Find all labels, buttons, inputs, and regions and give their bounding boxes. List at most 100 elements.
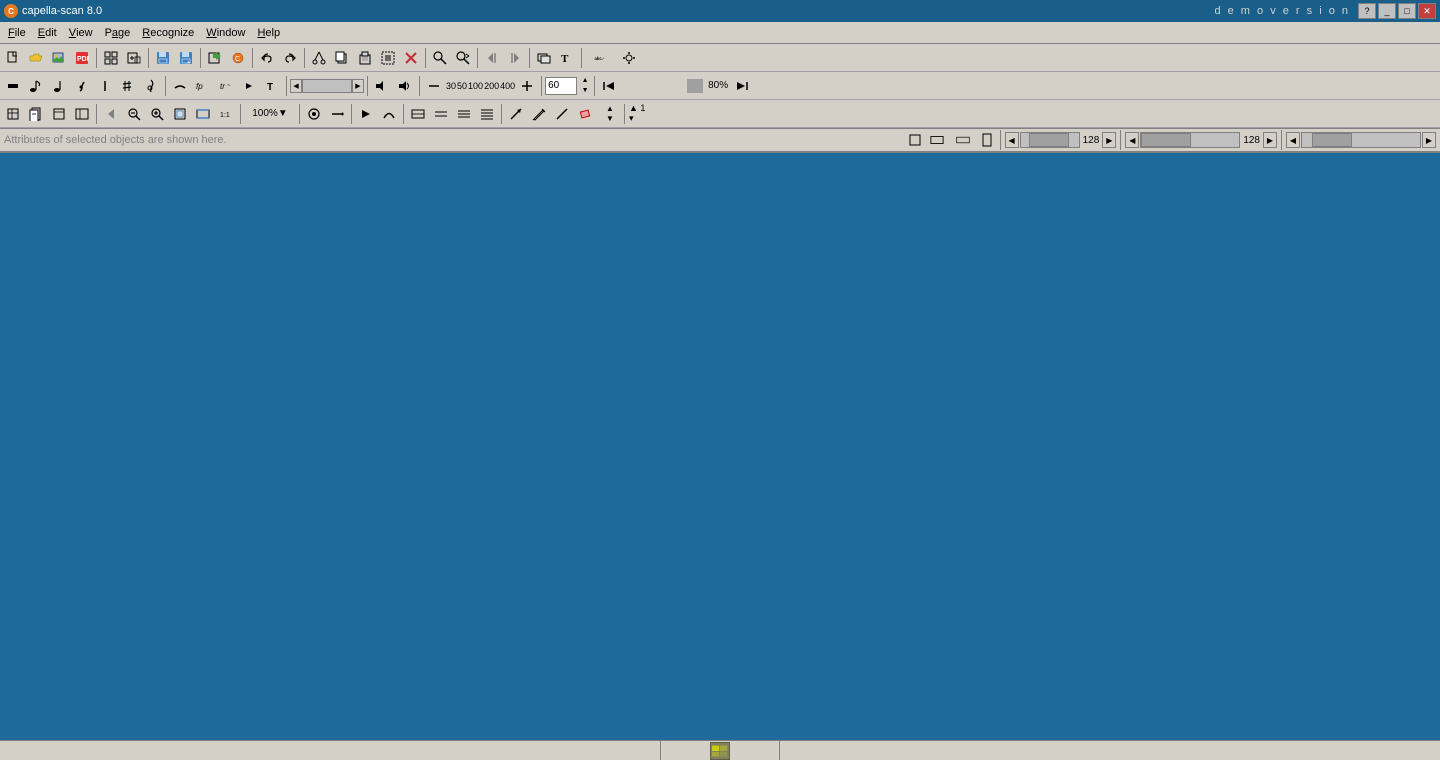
staff-bend-button[interactable] (378, 103, 400, 125)
maximize-button[interactable]: □ (1398, 3, 1416, 19)
hscroll-1-right[interactable]: ▶ (1102, 132, 1116, 148)
pencil-button[interactable] (528, 103, 550, 125)
draw-arrow-button[interactable] (505, 103, 527, 125)
paste-button[interactable] (354, 47, 376, 69)
note-circle-button[interactable] (303, 103, 325, 125)
copy-button[interactable] (331, 47, 353, 69)
page-tool-1[interactable] (2, 103, 24, 125)
fit-page-button[interactable] (169, 103, 191, 125)
menu-window[interactable]: Window (200, 23, 251, 43)
zoom-out-small-button[interactable] (123, 47, 145, 69)
hscroll-3-track[interactable] (1301, 132, 1421, 148)
menu-file[interactable]: File (2, 23, 32, 43)
play-back-button[interactable] (598, 75, 620, 97)
export-capella-button[interactable]: C (227, 47, 249, 69)
staff-width-2[interactable] (430, 103, 452, 125)
hscroll-2-right[interactable]: ▶ (1263, 132, 1277, 148)
hscroll-1-left[interactable]: ◀ (1005, 132, 1019, 148)
abc-button[interactable]: abc✓ (585, 47, 617, 69)
page-tool-3[interactable] (48, 103, 70, 125)
tempo-input[interactable] (545, 77, 577, 95)
menu-page[interactable]: Page (99, 23, 137, 43)
staff-play-button[interactable] (355, 103, 377, 125)
text-t-button[interactable]: T (261, 75, 283, 97)
save-pdf-button[interactable]: PDF (71, 47, 93, 69)
zoom-out-button[interactable] (123, 103, 145, 125)
draw-option-down[interactable]: ▼ (599, 114, 621, 124)
playback-progress[interactable] (623, 79, 703, 93)
eraser-button[interactable] (574, 103, 596, 125)
note-scroll-right-arrow[interactable]: ▶ (352, 79, 364, 93)
undo-button[interactable] (256, 47, 278, 69)
help-button[interactable]: ? (1358, 3, 1376, 19)
shape-wider-btn[interactable] (950, 131, 976, 149)
trill-button[interactable]: tr~ (215, 75, 237, 97)
settings-button[interactable] (618, 47, 640, 69)
menu-help[interactable]: Help (251, 23, 286, 43)
volume-high-button[interactable] (394, 75, 416, 97)
hscroll-1-track[interactable] (1020, 132, 1080, 148)
select-all-button[interactable] (377, 47, 399, 69)
shape-wide-btn[interactable] (926, 131, 948, 149)
draw-option-up[interactable]: ▲ (599, 104, 621, 114)
find-button[interactable] (429, 47, 451, 69)
tempo-down-button[interactable]: ▼ (579, 86, 591, 96)
move-right-button[interactable] (504, 47, 526, 69)
note-scroll-track-1[interactable] (302, 79, 352, 93)
open-button[interactable] (25, 47, 47, 69)
export-button[interactable] (204, 47, 226, 69)
eighth-note-button[interactable] (25, 75, 47, 97)
menu-edit[interactable]: Edit (32, 23, 63, 43)
grid-view-button[interactable] (100, 47, 122, 69)
arrange-button[interactable] (533, 47, 555, 69)
page-tool-4[interactable] (71, 103, 93, 125)
arrow-right-button[interactable] (238, 75, 260, 97)
tempo-increase-button[interactable] (516, 75, 538, 97)
scroll-left-page[interactable] (100, 103, 122, 125)
note-scroll-left-arrow[interactable]: ◀ (290, 79, 302, 93)
dynamic-fp-button[interactable]: fp (192, 75, 214, 97)
zoom-in-button[interactable] (146, 103, 168, 125)
menu-recognize[interactable]: Recognize (136, 23, 200, 43)
staff-width-1[interactable] (407, 103, 429, 125)
text-button[interactable]: T (556, 47, 578, 69)
save-button[interactable] (152, 47, 174, 69)
actual-size-button[interactable]: 1:1 (215, 103, 237, 125)
tempo-decrease-button[interactable] (423, 75, 445, 97)
hscroll-2-track[interactable] (1140, 132, 1240, 148)
hscroll-2-left[interactable]: ◀ (1125, 132, 1139, 148)
volume-low-button[interactable] (371, 75, 393, 97)
page-tool-2[interactable] (25, 103, 47, 125)
main-canvas[interactable] (0, 153, 1440, 740)
tempo-up-button[interactable]: ▲ (579, 76, 591, 86)
sharp-button[interactable] (117, 75, 139, 97)
shape-tall-btn[interactable] (978, 131, 996, 149)
shape-select-btn[interactable] (906, 131, 924, 149)
quarter-note-button[interactable] (48, 75, 70, 97)
find-next-button[interactable] (452, 47, 474, 69)
delete-button[interactable] (400, 47, 422, 69)
draw-line-button[interactable] (551, 103, 573, 125)
minimize-button[interactable]: _ (1378, 3, 1396, 19)
zoom-select-dropdown[interactable]: 100%▼ (244, 103, 296, 125)
eighth-rest-button[interactable] (71, 75, 93, 97)
treble-clef-button[interactable] (140, 75, 162, 97)
hscroll-3-right[interactable]: ▶ (1422, 132, 1436, 148)
staff-width-3[interactable] (453, 103, 475, 125)
move-left-button[interactable] (481, 47, 503, 69)
whole-rest-button[interactable] (2, 75, 24, 97)
open-image-button[interactable] (48, 47, 70, 69)
play-forward-button[interactable] (731, 75, 753, 97)
cut-button[interactable] (308, 47, 330, 69)
save-as-button[interactable]: + (175, 47, 197, 69)
hscroll-3-left[interactable]: ◀ (1286, 132, 1300, 148)
menu-view[interactable]: View (63, 23, 99, 43)
close-button[interactable]: ✕ (1418, 3, 1436, 19)
barline-button[interactable] (94, 75, 116, 97)
redo-button[interactable] (279, 47, 301, 69)
new-button[interactable] (2, 47, 24, 69)
fit-width-button[interactable] (192, 103, 214, 125)
note-count-btn[interactable]: ▲ 1 ▾ (628, 103, 650, 125)
slur-button[interactable] (169, 75, 191, 97)
note-line-button[interactable] (326, 103, 348, 125)
